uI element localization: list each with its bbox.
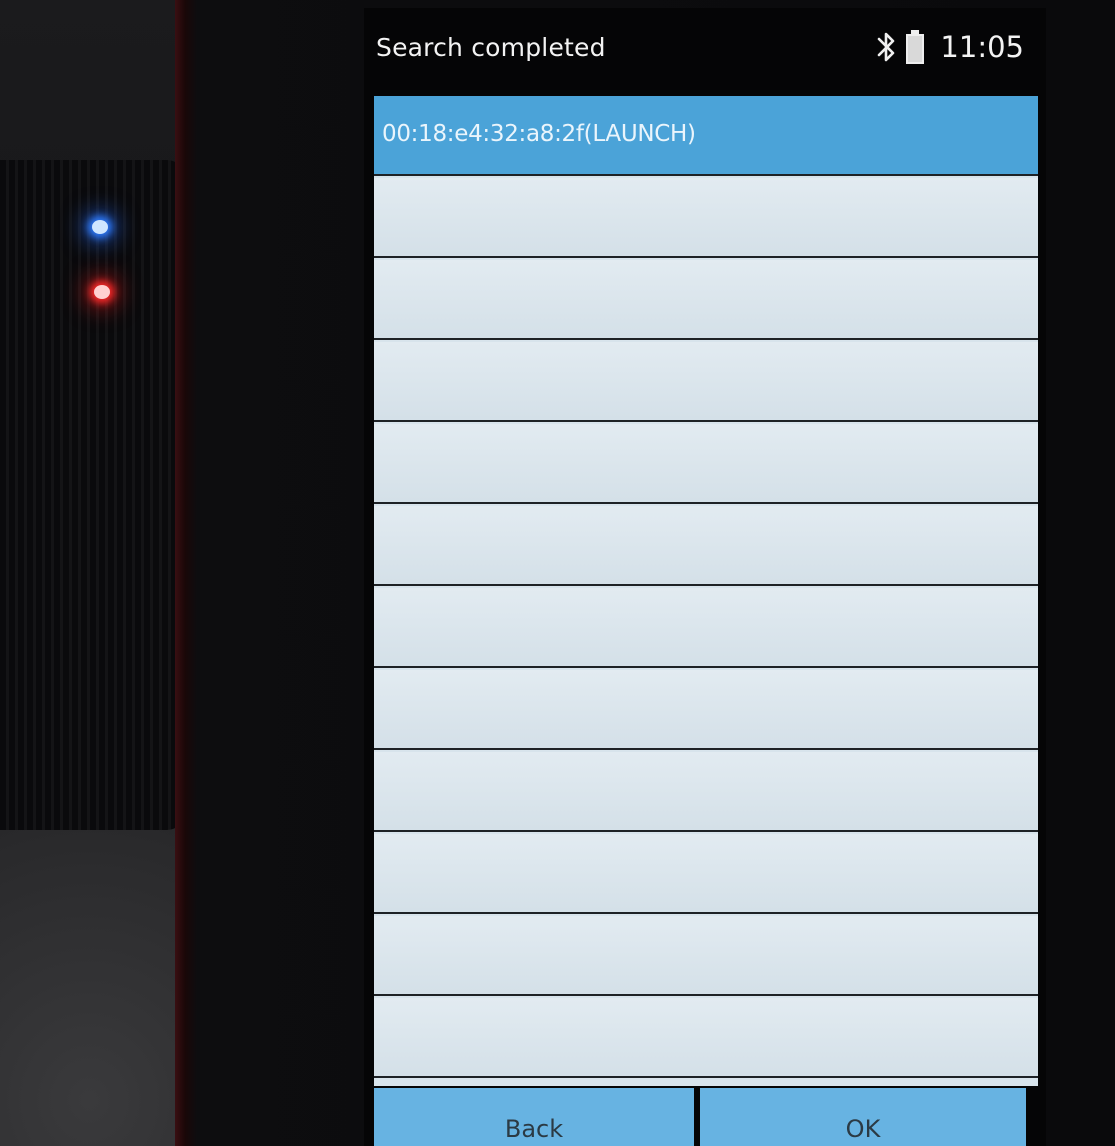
battery-icon (906, 30, 925, 64)
device-list-item[interactable] (374, 588, 1038, 668)
bluetooth-icon (878, 32, 895, 62)
device-list-item[interactable] (374, 752, 1038, 832)
device-list-item[interactable] (374, 424, 1038, 504)
device-list-item-selected[interactable]: 00:18:e4:32:a8:2f(LAUNCH) (374, 96, 1038, 176)
adapter-body (0, 160, 185, 830)
device-list-item[interactable] (374, 998, 1038, 1078)
device-list-item[interactable] (374, 178, 1038, 258)
status-bar: Search completed 11:05 (364, 8, 1046, 88)
blue-led (92, 220, 108, 234)
status-title: Search completed (376, 33, 606, 62)
device-list-item[interactable] (374, 670, 1038, 750)
ok-button[interactable]: OK (700, 1088, 1026, 1146)
red-led (94, 285, 110, 299)
device-list-item[interactable] (374, 260, 1038, 340)
device-list-item[interactable] (374, 834, 1038, 914)
status-icons: 11:05 (876, 30, 1024, 64)
clock: 11:05 (940, 30, 1024, 64)
device-list-item-label: 00:18:e4:32:a8:2f(LAUNCH) (382, 121, 696, 147)
device-list-item[interactable] (374, 916, 1038, 996)
device-screen: Search completed 11:05 00:18:e4:32:a8:2f… (364, 8, 1046, 1146)
device-list-item[interactable] (374, 342, 1038, 422)
device-list-item[interactable] (374, 506, 1038, 586)
device-list: 00:18:e4:32:a8:2f(LAUNCH) (374, 96, 1038, 1086)
back-button[interactable]: Back (374, 1088, 694, 1146)
